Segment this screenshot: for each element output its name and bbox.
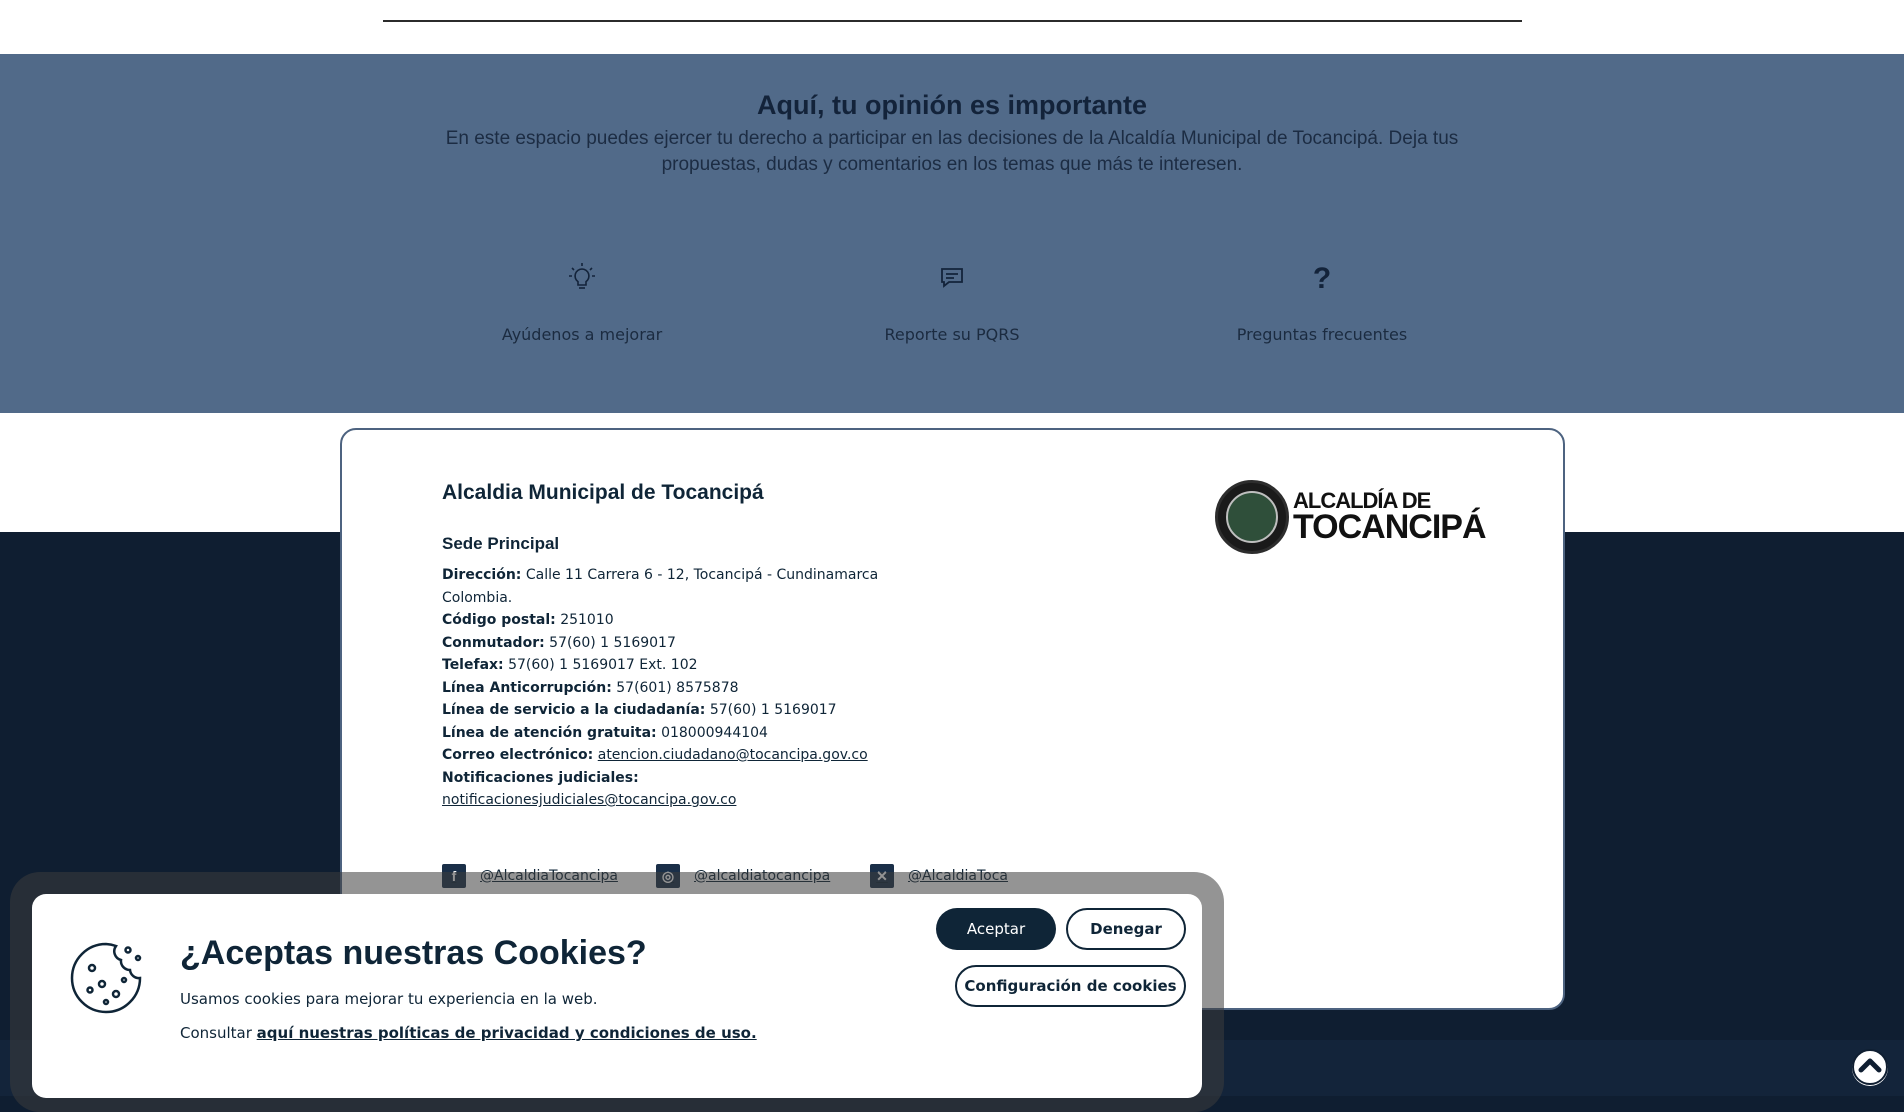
logo-line2: TOCANCIPÁ — [1293, 508, 1486, 546]
email-link[interactable]: atencion.ciudadano@tocancipa.gov.co — [598, 747, 868, 763]
opinion-section: Aquí, tu opinión es importante En este e… — [0, 54, 1904, 413]
opinion-description: En este espacio puedes ejercer tu derech… — [445, 128, 1459, 175]
question-icon: ? — [1304, 259, 1340, 295]
option-label: Preguntas frecuentes — [1236, 325, 1408, 344]
card-subtitle: Sede Principal — [442, 534, 560, 553]
scroll-to-top-button[interactable] — [1852, 1048, 1888, 1088]
info-direccion-country: Colombia. — [442, 589, 513, 606]
privacy-policy-link[interactable]: aquí nuestras políticas de privacidad y … — [257, 1024, 757, 1042]
lightbulb-icon — [564, 259, 600, 295]
info-telefax: Telefax: 57(60) 1 5169017 Ext. 102 — [442, 657, 698, 673]
cookie-icon — [68, 940, 144, 1016]
info-gratuita: Línea de atención gratuita: 018000944104 — [442, 724, 768, 741]
info-notificaciones: Notificaciones judiciales: — [442, 769, 639, 786]
notifications-email-link[interactable]: notificacionesjudiciales@tocancipa.gov.c… — [442, 792, 736, 808]
cookie-policy-row: Consultar aquí nuestras políticas de pri… — [180, 1024, 757, 1042]
divider — [383, 20, 1522, 22]
info-anticorrupcion: Línea Anticorrupción: 57(601) 8575878 — [442, 679, 739, 696]
info-servicio: Línea de servicio a la ciudadanía: 57(60… — [442, 702, 837, 718]
contact-info: Dirección: Calle 11 Carrera 6 - 12, Toca… — [442, 564, 962, 812]
accept-cookies-button[interactable]: Aceptar — [936, 908, 1056, 950]
cookie-text: Usamos cookies para mejorar tu experienc… — [180, 990, 598, 1008]
info-notificaciones-email: notificacionesjudiciales@tocancipa.gov.c… — [442, 789, 962, 812]
option-ayudenos-mejorar[interactable]: Ayúdenos a mejorar — [402, 259, 762, 344]
chevron-up-icon — [1852, 1048, 1888, 1088]
top-strip — [0, 0, 1904, 54]
cookie-settings-button[interactable]: Configuración de cookies — [955, 965, 1186, 1007]
info-correo: Correo electrónico: atencion.ciudadano@t… — [442, 747, 868, 763]
chat-icon — [934, 259, 970, 295]
opinion-title: Aquí, tu opinión es importante — [757, 90, 1147, 120]
info-conmutador: Conmutador: 57(60) 1 5169017 — [442, 634, 676, 651]
alcaldia-logo[interactable]: ALCALDÍA DE TOCANCIPÁ — [1215, 480, 1486, 560]
option-label: Reporte su PQRS — [884, 325, 1020, 344]
cookie-title: ¿Aceptas nuestras Cookies? — [180, 934, 647, 972]
card-title: Alcaldia Municipal de Tocancipá — [442, 481, 764, 504]
option-reporte-pqrs[interactable]: Reporte su PQRS — [772, 259, 1132, 344]
option-label: Ayúdenos a mejorar — [501, 325, 663, 344]
option-preguntas-frecuentes[interactable]: ? Preguntas frecuentes — [1142, 259, 1502, 344]
deny-cookies-button[interactable]: Denegar — [1066, 908, 1186, 950]
cookie-banner: ¿Aceptas nuestras Cookies? Usamos cookie… — [32, 894, 1202, 1098]
info-postal: Código postal: 251010 — [442, 612, 614, 628]
seal-icon — [1215, 480, 1289, 554]
info-direccion: Dirección: Calle 11 Carrera 6 - 12, Toca… — [442, 567, 879, 583]
svg-text:?: ? — [1313, 262, 1331, 295]
